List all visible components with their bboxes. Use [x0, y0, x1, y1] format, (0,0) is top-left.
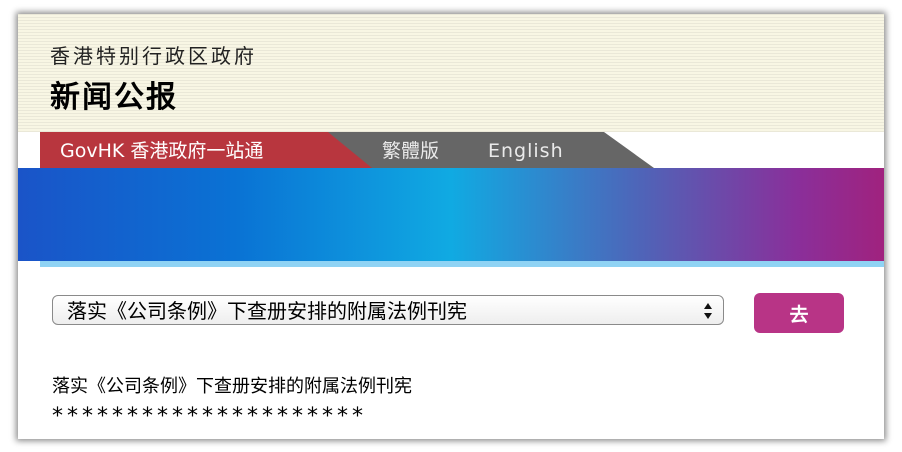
go-button[interactable]: 去	[754, 293, 844, 333]
updown-arrows-icon	[704, 303, 712, 319]
traditional-chinese-link[interactable]: 繁體版	[382, 139, 439, 163]
page-title: 新闻公报	[50, 80, 178, 115]
english-link[interactable]: English	[488, 139, 564, 163]
article-select[interactable]: 落实《公司条例》下查册安排的附属法例刊宪	[52, 295, 724, 325]
article-separator: *********************	[52, 404, 367, 429]
article-title: 落实《公司条例》下查册安排的附属法例刊宪	[52, 376, 412, 397]
government-name: 香港特别行政区政府	[50, 44, 257, 68]
banner-divider	[40, 261, 884, 267]
browser-page: 香港特别行政区政府 新闻公报 GovHK 香港政府一站通 繁體版 English…	[18, 14, 884, 439]
site-header: 香港特别行政区政府 新闻公报	[18, 14, 884, 132]
header-banner	[18, 168, 884, 261]
govhk-tab[interactable]: GovHK 香港政府一站通	[40, 132, 372, 168]
article-select-value: 落实《公司条例》下查册安排的附属法例刊宪	[67, 299, 467, 323]
